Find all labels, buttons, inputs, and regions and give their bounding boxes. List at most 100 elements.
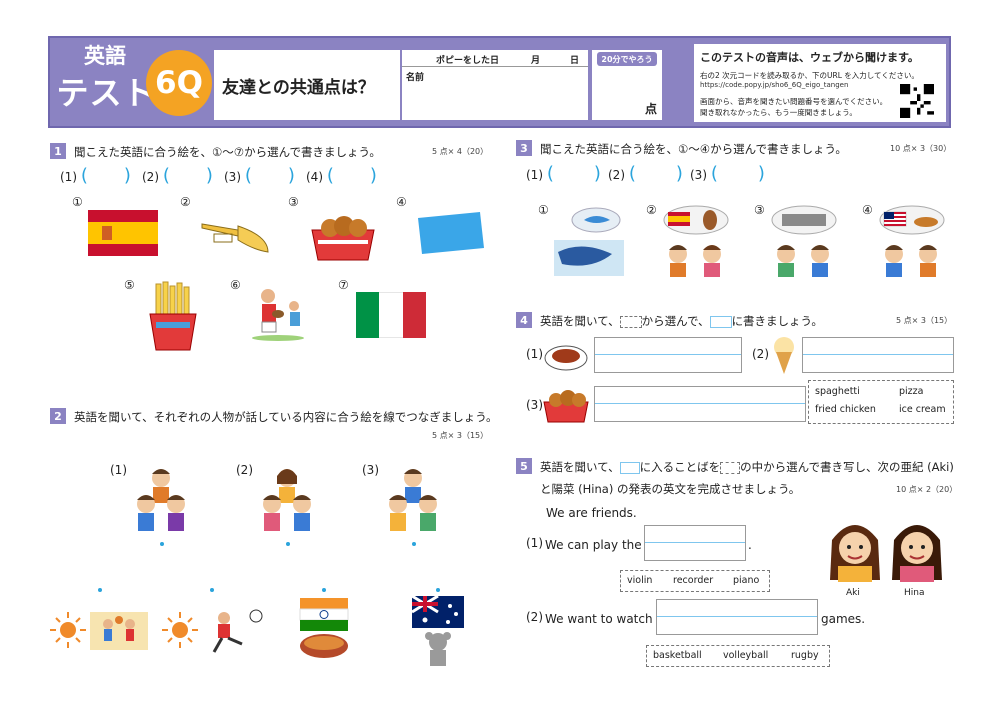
word-fried-chicken: fried chicken (815, 404, 876, 415)
info-line-3: 聞き取れなかったら、もう一度聞きましょう。 (700, 108, 857, 117)
french-fries-icon (149, 281, 197, 351)
people-group-1-icon (137, 469, 185, 531)
info-line-2: 画面から、音声を聞きたい問題番号を選んでください。 (700, 97, 888, 106)
qr-code-icon[interactable] (900, 84, 934, 118)
person-group-3-label: (3) (362, 463, 379, 477)
s4-answer-3-field[interactable] (594, 386, 806, 422)
word-ice-cream: ice cream (899, 404, 946, 415)
section-4-instruction: 英語を聞いて、 から選んで、 に書きましょう。 (540, 314, 823, 328)
section-2-number: 2 (50, 408, 66, 424)
s4-answer-2-field[interactable] (802, 337, 954, 373)
s4-answer-1-field[interactable] (594, 337, 742, 373)
person-group-1-label: (1) (110, 463, 127, 477)
s3-choice-1-label: ① (538, 203, 549, 217)
s3-choice-2-label: ② (646, 203, 657, 217)
section-5-instruction-1: 英語を聞いて、 に入ることばを の中から選んで書き写し、次の亜紀 (Aki) (540, 460, 954, 474)
choice-4-label: ④ (396, 195, 407, 209)
s4-item-3-label: (3) (526, 398, 543, 412)
s5-q2-text: We want to watch (545, 612, 653, 626)
s1-answer-3[interactable]: (3) () (224, 165, 295, 186)
word-rugby: rugby (791, 650, 819, 661)
word-volleyball: volleyball (723, 650, 769, 661)
word-violin: violin (627, 575, 653, 586)
italy-flag-icon (356, 292, 426, 338)
s4-item-1-label: (1) (526, 347, 543, 361)
word-piano: piano (733, 575, 760, 586)
s5-q1-word-box: violin recorder piano (620, 570, 770, 592)
s4-item-2-label: (2) (752, 347, 769, 361)
s5-q1-text: We can play the (545, 538, 642, 552)
person-group-2-label: (2) (236, 463, 253, 477)
people-group-2-icon (263, 469, 311, 531)
day-label: 日 (570, 56, 580, 66)
s4-word-box: spaghetti pizza fried chicken ice cream (808, 380, 954, 424)
picture-b-dot[interactable] (210, 588, 214, 592)
info-line-1: 右の2 次元コードを読み取るか、下のURL を入力してください。 (700, 71, 919, 80)
s1-answer-4[interactable]: (4) () (306, 165, 377, 186)
usa-food-kids-icon (879, 205, 945, 277)
aki-avatar-icon (830, 525, 880, 582)
section-1-instruction: 聞こえた英語に合う絵を、①～⑦から選んで書きましょう。 (74, 145, 381, 159)
dolphin-fish-icon (554, 207, 624, 276)
blue-scribble-icon (418, 212, 484, 254)
popy-date-label: ポピーをした日 (436, 56, 500, 66)
title-line-1: 英語 (84, 44, 126, 68)
word-pizza: pizza (899, 386, 924, 397)
test-title: 友達との共通点は？ (222, 78, 375, 98)
info-url[interactable]: https://code.popy.jp/sho6_6Q_eigo_tangen (700, 81, 848, 89)
people-group-3-icon (389, 469, 437, 531)
section-4-number: 4 (516, 312, 532, 328)
s5-q2-word-box: basketball volleyball rugby (646, 645, 830, 667)
section-5-number: 5 (516, 458, 532, 474)
name-label: 名前 (406, 73, 425, 83)
person-2-dot[interactable] (286, 542, 290, 546)
hina-avatar-icon (892, 525, 942, 582)
choice-3-label: ③ (288, 195, 299, 209)
section-3-instruction: 聞こえた英語に合う絵を、①～④から選んで書きましょう。 (540, 142, 847, 156)
spain-flag-icon (88, 210, 158, 256)
picture-a-dot[interactable] (98, 588, 102, 592)
s3-answer-3[interactable]: (3) () (690, 163, 765, 184)
s3-choice-4-label: ④ (862, 203, 873, 217)
spaghetti-icon (544, 345, 588, 371)
sun-soccer-icon (162, 609, 263, 653)
section-2-points: 5 点× 3（15） (432, 431, 489, 440)
word-recorder: recorder (673, 575, 714, 586)
level-badge: 6Q (146, 50, 212, 116)
title-line-2: テスト (56, 74, 156, 112)
person-1-dot[interactable] (160, 542, 164, 546)
section-3-points: 10 点× 3（30） (890, 144, 952, 153)
australia-flag-koala-icon (411, 596, 464, 666)
s5-q1-number: (1) (526, 536, 543, 550)
info-title: このテストの音声は、ウェブから聞けます。 (700, 51, 919, 64)
workshop-kids-icon (771, 205, 837, 277)
fried-chicken-icon (311, 216, 375, 261)
india-flag-curry-icon (299, 598, 349, 658)
person-3-dot[interactable] (412, 542, 416, 546)
choice-5-label: ⑤ (124, 278, 135, 292)
s5-q2-number: (2) (526, 610, 543, 624)
s3-answer-1[interactable]: (1) () (526, 163, 601, 184)
picture-c-dot[interactable] (322, 588, 326, 592)
choice-1-label: ① (72, 195, 83, 209)
s5-q2-answer-field[interactable] (656, 599, 818, 635)
spain-violin-kids-icon (663, 205, 729, 277)
section-3-number: 3 (516, 140, 532, 156)
aki-name: Aki (846, 588, 860, 598)
s1-answer-2[interactable]: (2) () (142, 165, 213, 186)
rugby-players-icon (252, 289, 304, 341)
choice-6-label: ⑥ (230, 278, 241, 292)
s5-q2-end: games. (821, 612, 866, 626)
s1-answer-1[interactable]: (1) () (60, 165, 131, 186)
section-5-points: 10 点× 2（20） (896, 485, 958, 494)
ice-cream-icon (774, 337, 794, 374)
s3-answer-2[interactable]: (2) () (608, 163, 683, 184)
choice-7-label: ⑦ (338, 278, 349, 292)
time-badge: 20分でやろう (597, 52, 657, 66)
s5-q1-answer-field[interactable] (644, 525, 746, 561)
trumpet-icon (201, 223, 269, 253)
s3-choice-3-label: ③ (754, 203, 765, 217)
word-basketball: basketball (653, 650, 702, 661)
picture-d-dot[interactable] (436, 588, 440, 592)
section-1-points: 5 点× 4（20） (432, 147, 489, 156)
